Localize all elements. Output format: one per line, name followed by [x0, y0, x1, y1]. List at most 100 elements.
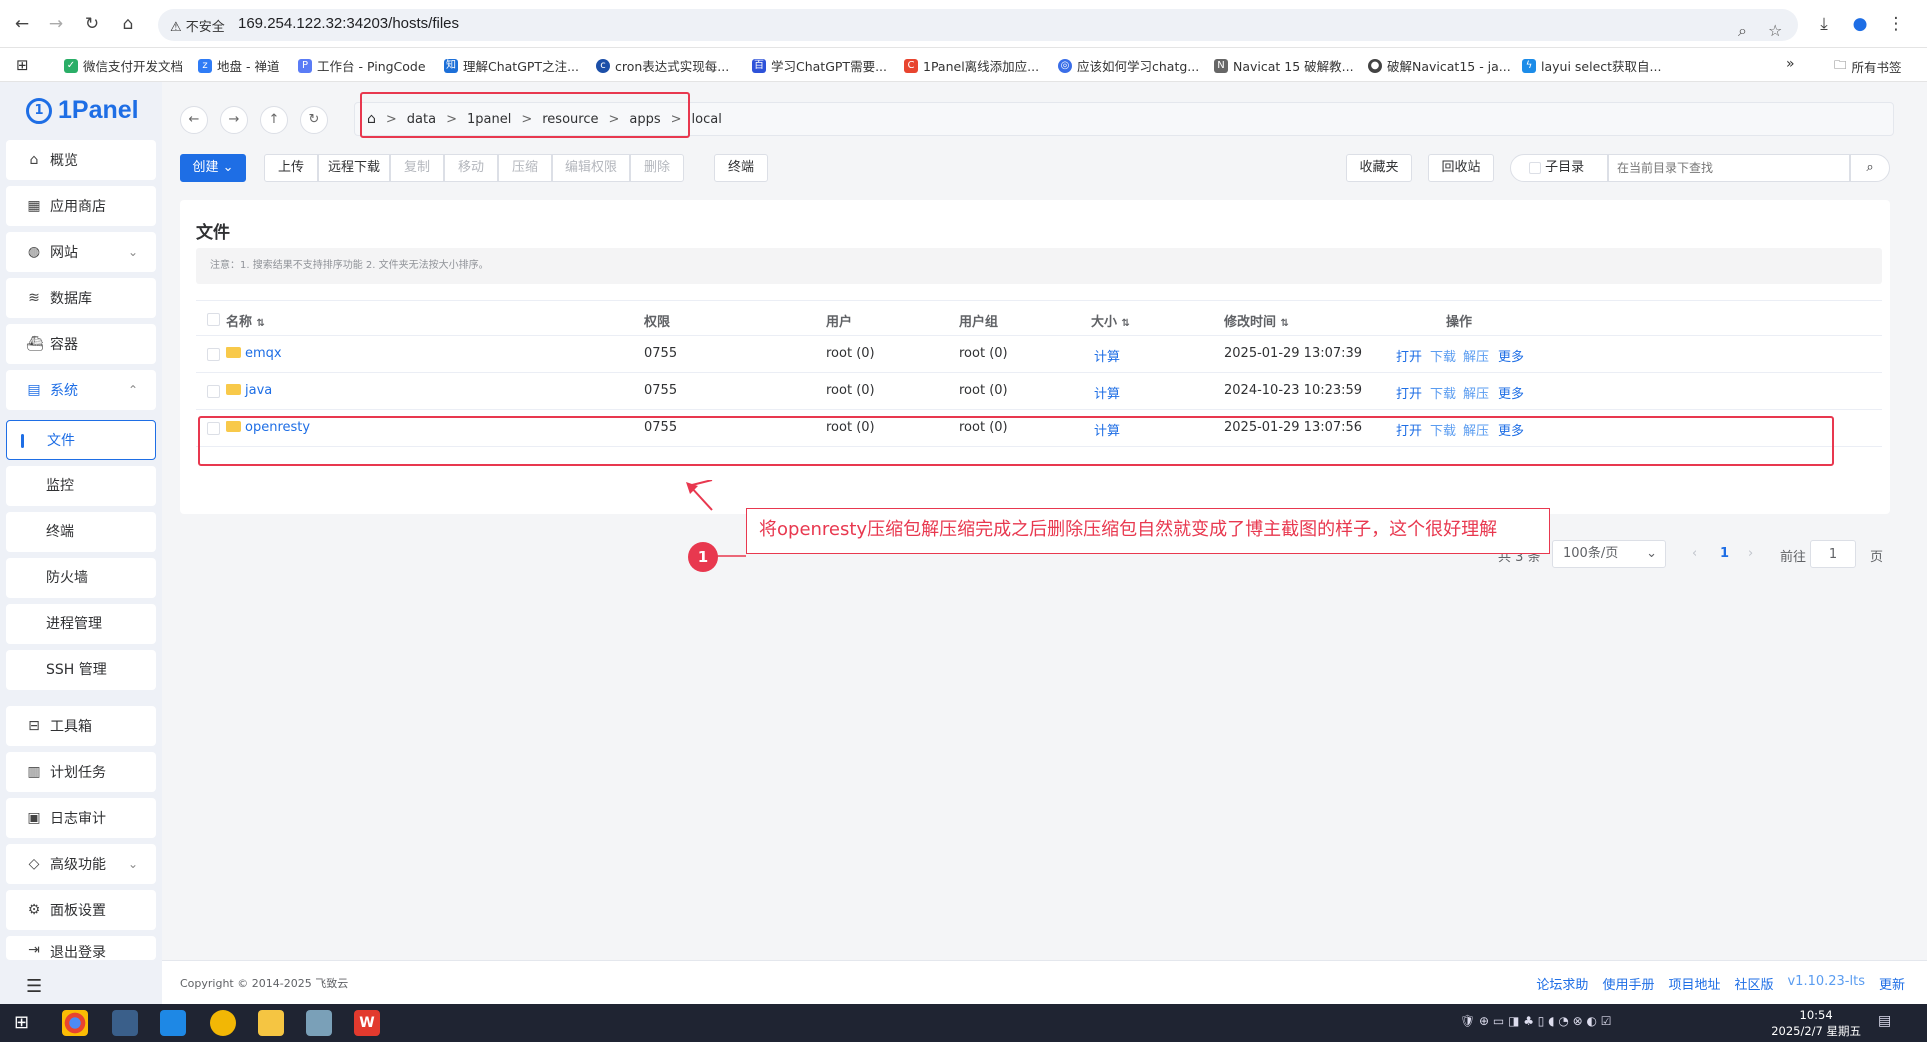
move-button[interactable]: 移动 [444, 154, 498, 182]
bookmark-item[interactable]: 知理解ChatGPT之注... [444, 56, 579, 75]
zoom-icon[interactable]: ⌕ [1738, 21, 1747, 41]
community-edition-link[interactable]: 社区版 [1734, 974, 1773, 993]
bookmark-item[interactable]: 百学习ChatGPT需要... [752, 56, 887, 75]
notes-icon[interactable] [306, 1010, 332, 1036]
edit-permission-button[interactable]: 编辑权限 [552, 154, 630, 182]
calculate-size-link[interactable]: 计算 [1094, 346, 1120, 365]
sidebar-subitem-files[interactable]: 文件 [6, 420, 156, 460]
security-label[interactable]: ⚠ 不安全 [170, 16, 225, 35]
download-link[interactable]: 下载 [1430, 383, 1456, 402]
logo[interactable]: 1 1Panel [26, 96, 139, 125]
prev-page-icon[interactable]: ‹ [1692, 546, 1697, 561]
bookmark-item[interactable]: c cron表达式实现每... [596, 56, 729, 75]
update-link[interactable]: 更新 [1879, 974, 1905, 993]
up-circle-icon[interactable]: ↑ [260, 106, 288, 134]
recycle-bin-button[interactable]: 回收站 [1428, 154, 1494, 182]
sidebar-item-advanced[interactable]: ◇ 高级功能 ⌄ [6, 844, 156, 884]
sidebar-item-overview[interactable]: ⌂ 概览 [6, 140, 156, 180]
subdir-checkbox[interactable]: 子目录 [1510, 154, 1608, 182]
breadcrumb-item[interactable]: local [692, 112, 722, 127]
table-row[interactable]: java 0755 root (0) root (0) 计算 2024-10-2… [196, 373, 1882, 410]
sidebar-item-container[interactable]: ⛴ 容器 [6, 324, 156, 364]
column-header-size[interactable]: 大小 ⇅ [1091, 311, 1130, 330]
decompress-link[interactable]: 解压 [1463, 383, 1489, 402]
terminal-button[interactable]: 终端 [714, 154, 768, 182]
select-all-checkbox[interactable] [207, 313, 220, 326]
collapse-menu-icon[interactable]: ☰ [26, 976, 42, 997]
clock[interactable]: 10:54 2025/2/7 星期五 [1771, 1007, 1861, 1039]
vscode-icon[interactable] [160, 1010, 186, 1036]
chrome-icon[interactable] [62, 1010, 88, 1036]
bookmark-item[interactable]: N Navicat 15 破解教... [1214, 56, 1354, 75]
delete-button[interactable]: 删除 [630, 154, 684, 182]
copy-button[interactable]: 复制 [390, 154, 444, 182]
sidebar-subitem-process[interactable]: 进程管理 [6, 604, 156, 644]
upload-button[interactable]: 上传 [264, 154, 318, 182]
sidebar-item-website[interactable]: ◍ 网站 ⌄ [6, 232, 156, 272]
decompress-link[interactable]: 解压 [1463, 346, 1489, 365]
all-bookmarks-button[interactable]: 🗀 所有书签 [1834, 56, 1902, 77]
refresh-circle-icon[interactable]: ↻ [300, 106, 328, 134]
bookmark-item[interactable]: z 地盘 - 禅道 [198, 56, 279, 75]
column-header-mtime[interactable]: 修改时间 ⇅ [1224, 311, 1289, 330]
file-explorer-icon[interactable] [258, 1010, 284, 1036]
wps-icon[interactable]: W [354, 1010, 380, 1036]
search-input[interactable] [1608, 154, 1850, 182]
bookmark-item[interactable]: P 工作台 - PingCode [298, 56, 426, 75]
sidebar-subitem-monitor[interactable]: 监控 [6, 466, 156, 506]
star-icon[interactable]: ☆ [1768, 21, 1782, 40]
forward-circle-icon[interactable]: → [220, 106, 248, 134]
back-icon[interactable]: ← [10, 12, 34, 36]
search-icon[interactable]: ⌕ [1850, 154, 1890, 182]
compress-button[interactable]: 压缩 [498, 154, 552, 182]
url-field[interactable]: ⚠ 不安全 169.254.122.32:34203/hosts/files ⌕… [158, 9, 1798, 41]
calculate-size-link[interactable]: 计算 [1094, 383, 1120, 402]
sidebar-item-database[interactable]: ≋ 数据库 [6, 278, 156, 318]
tray-icons[interactable]: 🛡 ⊕ ▭ ◨ ♣ ▯ ◖ ◔ ⊗ ◐ ☑ [1460, 1014, 1612, 1028]
file-name[interactable]: java [226, 383, 272, 398]
download-icon[interactable]: ⤓ [1812, 12, 1836, 36]
project-link[interactable]: 项目地址 [1668, 974, 1720, 993]
bookmark-item[interactable]: C 1Panel离线添加应... [904, 56, 1039, 75]
remote-download-button[interactable]: 远程下载 [318, 154, 390, 182]
bookmark-item[interactable]: ✓ 微信支付开发文档 [64, 56, 183, 75]
open-link[interactable]: 打开 [1396, 346, 1422, 365]
sidebar-subitem-firewall[interactable]: 防火墙 [6, 558, 156, 598]
forward-icon[interactable]: → [44, 12, 68, 36]
sidebar-subitem-ssh[interactable]: SSH 管理 [6, 650, 156, 690]
bookmarks-overflow-button[interactable]: » [1786, 56, 1795, 72]
next-page-icon[interactable]: › [1748, 546, 1753, 561]
browser-menu-icon[interactable]: ⋮ [1884, 12, 1908, 36]
row-checkbox[interactable] [207, 348, 220, 361]
open-link[interactable]: 打开 [1396, 383, 1422, 402]
bookmark-item[interactable]: ϟ layui select获取自... [1522, 56, 1661, 75]
app-icon[interactable] [210, 1010, 236, 1036]
sidebar-subitem-terminal[interactable]: 终端 [6, 512, 156, 552]
download-link[interactable]: 下载 [1430, 346, 1456, 365]
remote-desktop-icon[interactable] [112, 1010, 138, 1036]
sidebar-item-logout[interactable]: ⇥ 退出登录 [6, 936, 156, 960]
create-button[interactable]: 创建 ⌄ [180, 154, 246, 182]
file-name[interactable]: emqx [226, 346, 282, 361]
more-link[interactable]: 更多 [1498, 383, 1524, 402]
sidebar-item-cron[interactable]: ▥ 计划任务 [6, 752, 156, 792]
favorites-button[interactable]: 收藏夹 [1346, 154, 1412, 182]
sidebar-item-system[interactable]: ▤ 系统 ⌃ [6, 370, 156, 410]
sidebar-item-settings[interactable]: ⚙ 面板设置 [6, 890, 156, 930]
table-row[interactable]: emqx 0755 root (0) root (0) 计算 2025-01-2… [196, 336, 1882, 373]
windows-start-icon[interactable]: ⊞ [14, 1012, 29, 1033]
apps-grid-icon[interactable]: ⊞ [16, 56, 29, 74]
bookmark-item[interactable]: ● 破解Navicat15 - ja... [1368, 56, 1511, 75]
manual-link[interactable]: 使用手册 [1602, 974, 1654, 993]
profile-icon[interactable]: ● [1848, 12, 1872, 36]
home-icon[interactable]: ⌂ [116, 12, 140, 36]
bookmark-item[interactable]: ◎ 应该如何学习chatg... [1058, 56, 1199, 75]
column-header-name[interactable]: 名称 ⇅ [226, 311, 265, 330]
back-circle-icon[interactable]: ← [180, 106, 208, 134]
more-link[interactable]: 更多 [1498, 346, 1524, 365]
sidebar-item-logs[interactable]: ▣ 日志审计 [6, 798, 156, 838]
sidebar-item-app-store[interactable]: ▦ 应用商店 [6, 186, 156, 226]
row-checkbox[interactable] [207, 385, 220, 398]
page-number-current[interactable]: 1 [1720, 546, 1729, 561]
reload-icon[interactable]: ↻ [80, 12, 104, 36]
